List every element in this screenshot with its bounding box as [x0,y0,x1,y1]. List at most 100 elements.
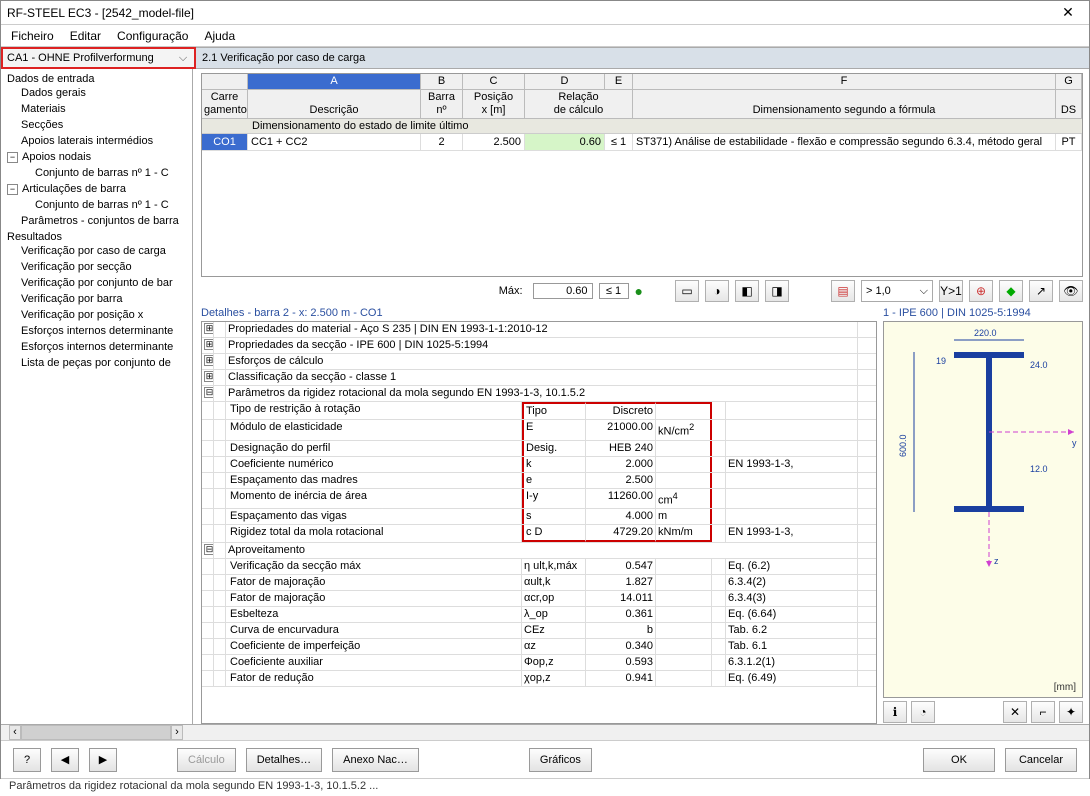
close-icon[interactable]: ✕ [1053,4,1083,21]
details-row[interactable]: ⊟Parâmetros da rigidez rotacional da mol… [202,386,876,402]
tool-icon[interactable]: ⌐ [1031,701,1055,723]
tool-icon[interactable]: ◆ [999,280,1023,302]
unit-label: [mm] [1054,682,1076,693]
collapse-icon[interactable]: − [7,184,18,195]
details-row[interactable]: Coeficiente auxiliarΦop,z0.5936.3.1.2(1) [202,655,876,671]
tool-icon[interactable]: ↗ [1029,280,1053,302]
col-letter: E [605,74,633,90]
tool-icon[interactable]: ◑ [705,280,729,302]
details-row[interactable]: ⊞Classificação da secção - classe 1 [202,370,876,386]
tree-item[interactable]: Conjunto de barras nº 1 - C [35,197,190,213]
details-row[interactable]: Rigidez total da mola rotacionalc D4729.… [202,525,876,543]
col-letter: G [1056,74,1082,90]
grid-data-row[interactable]: CO1 CC1 + CC2 2 2.500 0.60 ≤ 1 ST371) An… [202,134,1082,151]
filter-select[interactable]: > 1,0⌵ [861,280,933,302]
details-row[interactable]: Curva de encurvaduraCEzbTab. 6.2 [202,623,876,639]
graphics-button[interactable]: Gráficos [529,748,592,772]
calc-button[interactable]: Cálculo [177,748,236,772]
tree-item[interactable]: Secções [21,117,190,133]
help-button[interactable]: ? [13,748,41,772]
cancel-button[interactable]: Cancelar [1005,748,1077,772]
tool-icon[interactable]: Y>1 [939,280,963,302]
details-row[interactable]: Fator de reduçãoχop,z0.941Eq. (6.49) [202,671,876,687]
details-row[interactable]: ⊞Propriedades da secção - IPE 600 | DIN … [202,338,876,354]
results-grid[interactable]: A B C D E F G Carregamento Descrição Bar… [201,73,1083,277]
nav-next-button[interactable]: ▶ [89,748,117,772]
expand-icon[interactable]: ⊞ [204,371,214,382]
nav-prev-button[interactable]: ◀ [51,748,79,772]
collapse-icon[interactable]: − [7,152,18,163]
tool-icon[interactable]: ✕ [1003,701,1027,723]
annex-button[interactable]: Anexo Nac… [332,748,419,772]
tool-icon[interactable]: ◨ [765,280,789,302]
tree-item[interactable]: Conjunto de barras nº 1 - C [35,165,190,181]
cell-le: ≤ 1 [605,134,633,151]
details-row[interactable]: Espaçamento das vigass4.000m [202,509,876,525]
menu-edit[interactable]: Editar [70,29,101,43]
tree-item[interactable]: Parâmetros - conjuntos de barra [21,213,190,229]
h-scrollbar[interactable]: ‹ › [1,724,1089,740]
tree-item[interactable]: Esforços internos determinante [21,323,190,339]
tree-item[interactable]: Esforços internos determinante [21,339,190,355]
expand-icon[interactable]: ⊟ [204,544,214,555]
tree-item[interactable]: Verificação por conjunto de bar [21,275,190,291]
details-row[interactable]: Verificação da secção máxη ult,k,máx0.54… [202,559,876,575]
expand-icon[interactable]: ⊟ [204,387,214,398]
cell-loadcase: CO1 [202,134,248,151]
tree-item[interactable]: Verificação por secção [21,259,190,275]
details-row[interactable]: Esbeltezaλ_op0.361Eq. (6.64) [202,607,876,623]
info-icon[interactable]: ℹ [883,701,907,723]
details-row[interactable]: ⊞Propriedades do material - Aço S 235 | … [202,322,876,338]
details-row[interactable]: ⊟Aproveitamento [202,543,876,559]
design-case-combo[interactable]: CA1 - OHNE Profilverformung ⌵ [1,47,196,69]
details-row[interactable]: ⊞Esforços de cálculo [202,354,876,370]
tree-item[interactable]: Verificação por caso de carga [21,243,190,259]
tree-node[interactable]: −Articulações de barra [7,181,190,197]
ok-button[interactable]: OK [923,748,995,772]
expand-icon[interactable]: ⊞ [204,339,214,350]
menu-file[interactable]: Ficheiro [11,29,54,43]
expand-icon[interactable]: ⊞ [204,355,214,366]
details-row[interactable]: Coeficiente de imperfeiçãoαz0.340Tab. 6.… [202,639,876,655]
filter-icon[interactable]: ▤ [831,280,855,302]
details-button[interactable]: Detalhes… [246,748,322,772]
details-row[interactable]: Módulo de elasticidadeE21000.00kN/cm2 [202,420,876,441]
chevron-down-icon: ⌵ [920,285,928,298]
tree-node[interactable]: −Apoios nodais [7,149,190,165]
details-row[interactable]: Fator de majoraçãoαcr,op14.0116.3.4(3) [202,591,876,607]
tree-item[interactable]: Lista de peças por conjunto de [21,355,190,371]
menu-config[interactable]: Configuração [117,29,188,43]
details-row[interactable]: Designação do perfilDesig.HEB 240 [202,441,876,457]
col-head: DS [1056,90,1082,119]
section-preview[interactable]: 220.0 600.0 19 24.0 12.0 y z [883,321,1083,698]
details-row[interactable]: Momento de inércia de áreaI-y11260.00cm4 [202,489,876,510]
tool-icon[interactable]: ▭ [675,280,699,302]
details-row[interactable]: Tipo de restrição à rotaçãoTipoDiscreto [202,402,876,420]
tool-icon[interactable]: ◔ [911,701,935,723]
col-head: Carregamento [202,90,248,119]
eye-icon[interactable]: 👁 [1059,280,1083,302]
details-row[interactable]: Coeficiente numéricok2.000EN 1993-1-3, [202,457,876,473]
col-letter [202,74,248,90]
menu-help[interactable]: Ajuda [204,29,235,43]
tree-item[interactable]: Apoios laterais intermédios [21,133,190,149]
tree-item[interactable]: Verificação por barra [21,291,190,307]
tree-item[interactable]: Materiais [21,101,190,117]
expand-icon[interactable]: ⊞ [204,323,214,334]
tree-item[interactable]: Verificação por posição x [21,307,190,323]
tool-icon[interactable]: ⊕ [969,280,993,302]
window-title: RF-STEEL EC3 - [2542_model-file] [7,6,1053,20]
max-label: Máx: [499,285,523,297]
details-row[interactable]: Espaçamento das madrese2.500 [202,473,876,489]
tree-header-results: Resultados [7,231,190,243]
details-row[interactable]: Fator de majoraçãoαult,k1.8276.3.4(2) [202,575,876,591]
cell-x: 2.500 [463,134,525,151]
svg-text:12.0: 12.0 [1030,464,1048,474]
details-table[interactable]: ⊞Propriedades do material - Aço S 235 | … [201,321,877,724]
cell-descr: CC1 + CC2 [248,134,421,151]
tree-header-input: Dados de entrada [7,73,190,85]
tool-icon[interactable]: ◧ [735,280,759,302]
nav-tree[interactable]: Dados de entrada Dados gerais Materiais … [1,69,193,724]
tool-icon[interactable]: ✦ [1059,701,1083,723]
tree-item[interactable]: Dados gerais [21,85,190,101]
